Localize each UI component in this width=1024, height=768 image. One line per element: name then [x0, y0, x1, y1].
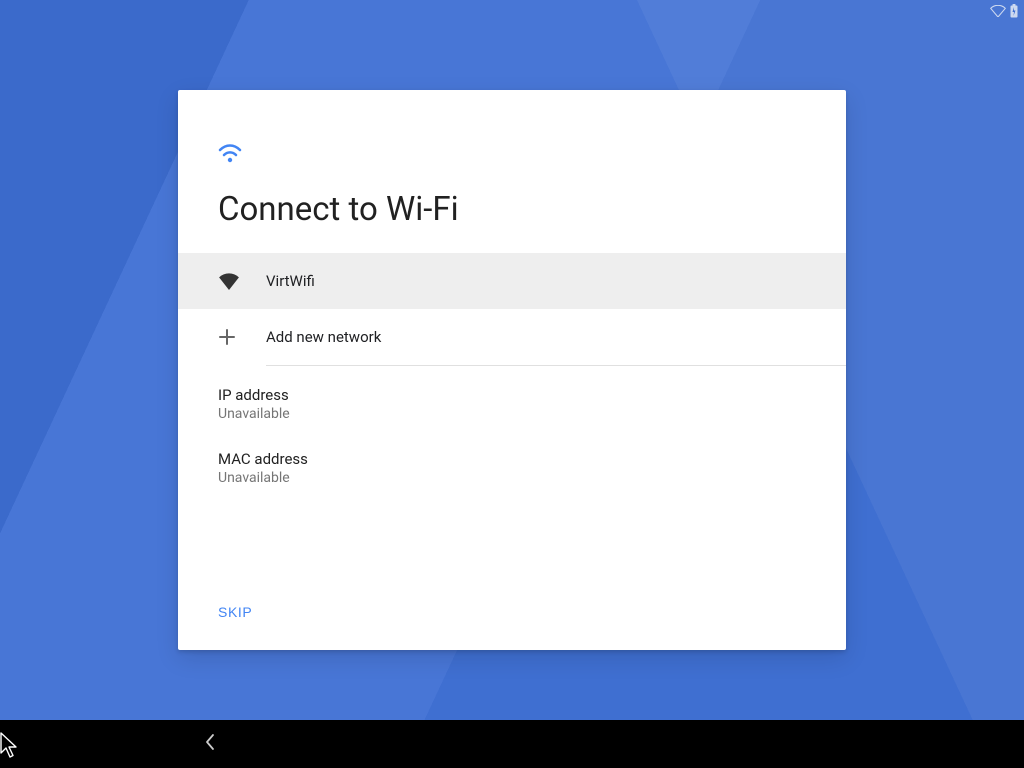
plus-icon: [218, 328, 266, 346]
mac-address-block: MAC address Unavailable: [178, 422, 846, 486]
wifi-setup-card: Connect to Wi-Fi VirtWifi Add new networ…: [178, 90, 846, 650]
network-label: VirtWifi: [266, 272, 315, 290]
wifi-full-icon: [218, 272, 266, 290]
wifi-icon: [218, 144, 806, 168]
mac-label: MAC address: [218, 450, 806, 468]
mac-value: Unavailable: [218, 470, 806, 486]
page-title: Connect to Wi-Fi: [218, 190, 806, 229]
network-list: VirtWifi Add new network: [178, 253, 846, 366]
network-item-virtwifi[interactable]: VirtWifi: [178, 253, 846, 309]
card-header: Connect to Wi-Fi: [178, 90, 846, 253]
ip-address-block: IP address Unavailable: [178, 366, 846, 422]
ip-label: IP address: [218, 386, 806, 404]
wifi-outline-icon: [990, 5, 1006, 17]
navigation-bar: [0, 720, 1024, 768]
ip-value: Unavailable: [218, 406, 806, 422]
card-footer: SKIP: [178, 580, 846, 650]
back-button[interactable]: [204, 733, 216, 755]
cursor-icon: [0, 732, 18, 762]
battery-icon: [1010, 4, 1018, 18]
add-network-button[interactable]: Add new network: [178, 309, 846, 365]
skip-button[interactable]: SKIP: [218, 598, 252, 626]
status-bar: [990, 4, 1018, 18]
add-network-label: Add new network: [266, 328, 381, 346]
